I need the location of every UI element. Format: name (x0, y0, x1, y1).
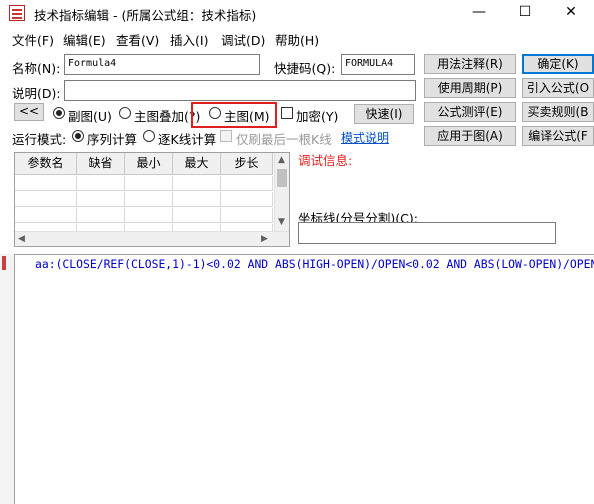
table-row[interactable] (15, 192, 273, 207)
radio-subchart-label: 副图(U) (68, 109, 112, 124)
radio-kline-label: 逐K线计算 (158, 132, 217, 147)
window-title: 技术指标编辑 - (所属公式组：技术指标) (34, 8, 257, 23)
radio-sequential[interactable] (72, 130, 84, 142)
debug-info-label: 调试信息: (298, 153, 353, 168)
radio-subchart[interactable] (53, 107, 65, 119)
maximize-button[interactable]: ☐ (502, 0, 548, 26)
radio-sequential-label: 序列计算 (87, 132, 138, 147)
app-icon (9, 5, 25, 21)
editor-gutter (0, 254, 14, 504)
mode-help-link[interactable]: 模式说明 (341, 129, 389, 146)
import-formula-button[interactable]: 引入公式(O (522, 78, 594, 98)
radio-kline[interactable] (143, 130, 155, 142)
code-line: aa:(CLOSE/REF(CLOSE,1)-1)<0.02 AND ABS(H… (35, 257, 594, 271)
table-row[interactable] (15, 176, 273, 191)
usage-note-button[interactable]: 用法注释(R) (424, 54, 516, 74)
ok-button[interactable]: 确定(K) (522, 54, 594, 74)
name-field[interactable]: Formula4 (64, 54, 260, 75)
menu-view[interactable]: 查看(V) (116, 30, 159, 49)
usage-period-button[interactable]: 使用周期(P) (424, 78, 516, 98)
desc-label: 说明(D): (12, 86, 61, 101)
hotkey-field[interactable]: FORMULA4 (341, 54, 415, 75)
run-mode-label: 运行模式: (12, 132, 67, 147)
title-bar: 技术指标编辑 - (所属公式组：技术指标) — ☐ ✕ (0, 0, 594, 28)
highlight-box (191, 102, 277, 128)
col-max: 最大 (173, 153, 221, 175)
close-button[interactable]: ✕ (548, 0, 594, 26)
desc-field[interactable] (64, 80, 416, 101)
col-default: 缺省 (77, 153, 125, 175)
last-bar-checkbox[interactable] (220, 130, 232, 142)
speed-button[interactable]: 快速(I) (354, 104, 414, 124)
trade-rules-button[interactable]: 买卖规则(B (522, 102, 594, 122)
encrypt-checkbox[interactable] (281, 107, 293, 119)
scroll-up-icon[interactable]: ▲ (278, 155, 285, 165)
scroll-left-icon[interactable]: ◀ (18, 234, 25, 244)
param-horizontal-scrollbar[interactable]: ◀ ▶ (15, 231, 289, 246)
param-table-header: 参数名 缺省 最小 最大 步长 (15, 153, 273, 175)
formula-editor[interactable]: aa:(CLOSE/REF(CLOSE,1)-1)<0.02 AND ABS(H… (14, 254, 594, 504)
menu-edit[interactable]: 编辑(E) (63, 30, 106, 49)
col-step: 步长 (221, 153, 273, 175)
table-row[interactable] (15, 208, 273, 223)
hotkey-label: 快捷码(Q): (274, 61, 336, 76)
menu-help[interactable]: 帮助(H) (275, 30, 319, 49)
menu-insert[interactable]: 插入(I) (170, 30, 208, 49)
scroll-right-icon[interactable]: ▶ (261, 234, 268, 244)
col-min: 最小 (125, 153, 173, 175)
name-label: 名称(N): (12, 61, 61, 76)
menu-debug[interactable]: 调试(D) (221, 30, 265, 49)
compile-formula-button[interactable]: 编译公式(F (522, 126, 594, 146)
col-param-name: 参数名 (15, 153, 77, 175)
apply-chart-button[interactable]: 应用于图(A) (424, 126, 516, 146)
param-vertical-scrollbar[interactable]: ▲ ▼ (274, 153, 289, 231)
menu-bar: 文件(F) 编辑(E) 查看(V) 插入(I) 调试(D) 帮助(H) (0, 28, 594, 48)
menu-file[interactable]: 文件(F) (12, 30, 54, 49)
minimize-button[interactable]: — (456, 0, 502, 26)
radio-overlay[interactable] (119, 107, 131, 119)
last-bar-label: 仅刷最后一根K线 (236, 132, 332, 147)
axis-line-field[interactable] (298, 222, 556, 244)
collapse-button[interactable]: << (14, 103, 44, 121)
scroll-thumb[interactable] (277, 169, 287, 187)
param-table[interactable]: 参数名 缺省 最小 最大 步长 ▲ ▼ ◀ ▶ (14, 152, 290, 247)
formula-test-button[interactable]: 公式测评(E) (424, 102, 516, 122)
scroll-down-icon[interactable]: ▼ (278, 217, 285, 227)
encrypt-label: 加密(Y) (296, 109, 339, 124)
